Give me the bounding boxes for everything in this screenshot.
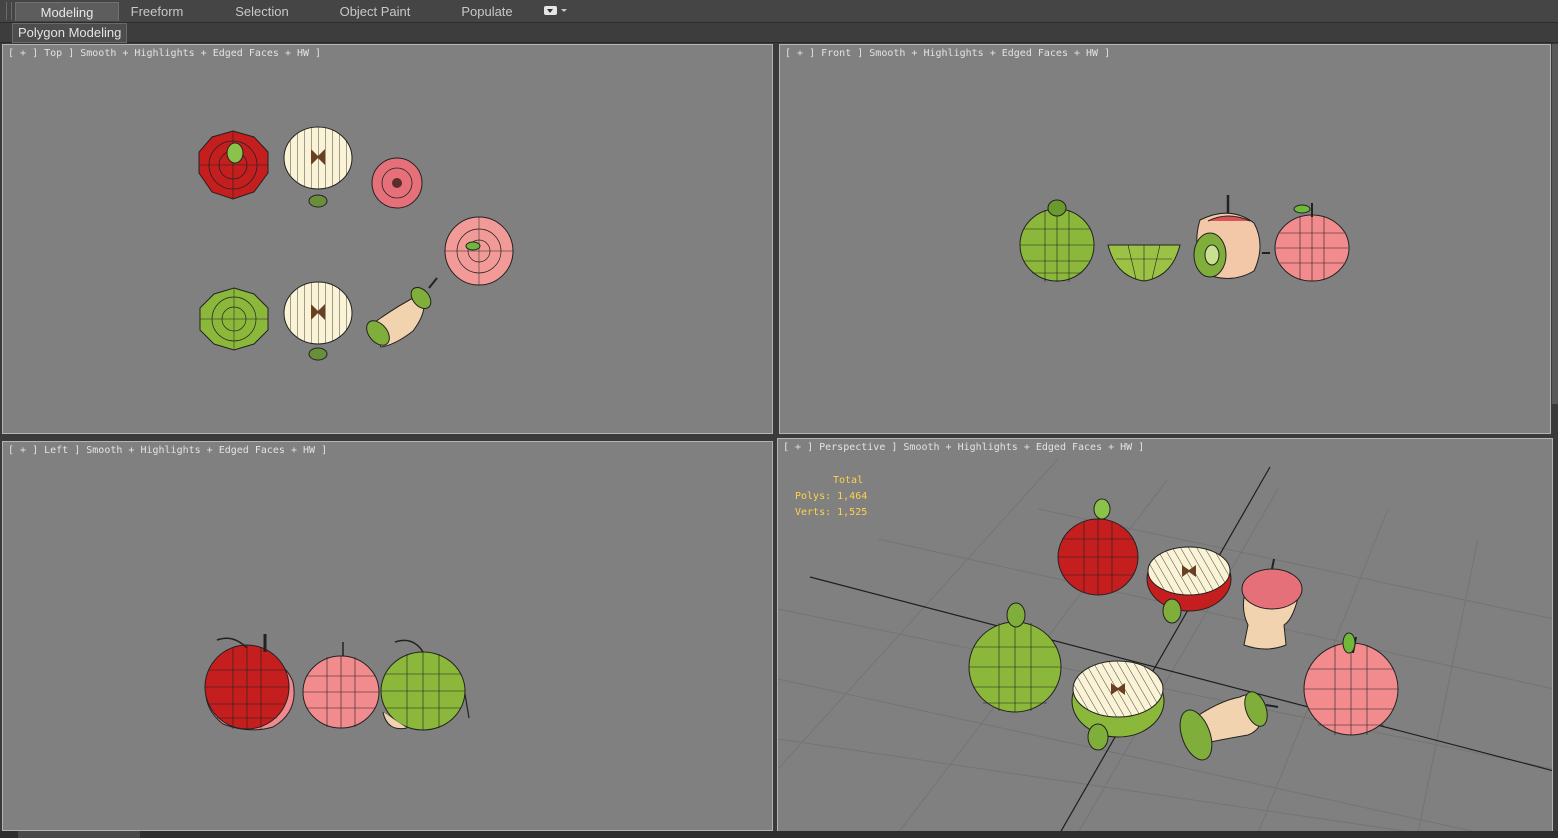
perspective-view-scene bbox=[778, 458, 1552, 831]
green-apple-perspective bbox=[968, 602, 1062, 713]
apple-core-perspective bbox=[1179, 691, 1279, 761]
polygon-modeling-panel[interactable]: Polygon Modeling bbox=[12, 23, 128, 43]
bitten-apple-front bbox=[1193, 195, 1270, 279]
pink-apple-top bbox=[444, 216, 514, 286]
ribbon-panel-row: Polygon Modeling bbox=[0, 23, 1558, 43]
green-apple-front bbox=[1019, 199, 1095, 282]
ribbon-tab-bar: Modeling Freeform Selection Object Paint… bbox=[0, 0, 1558, 23]
pink-core-perspective bbox=[1241, 558, 1303, 650]
top-view-scene bbox=[198, 126, 514, 361]
pink-apple-perspective bbox=[1303, 632, 1399, 736]
viewport-top[interactable]: [ + ] Top ] Smooth + Highlights + Edged … bbox=[2, 44, 773, 434]
status-bar bbox=[0, 831, 1558, 838]
apple-half-top-2 bbox=[283, 281, 353, 361]
ribbon-grip[interactable] bbox=[6, 2, 12, 20]
apple-core-top bbox=[366, 277, 438, 348]
apple-half-top-1 bbox=[283, 126, 353, 208]
pink-apple-left bbox=[302, 642, 380, 729]
viewport-perspective[interactable]: [ + ] Perspective ] Smooth + Highlights … bbox=[777, 438, 1553, 832]
green-apple-top bbox=[199, 287, 269, 351]
status-bar-segment[interactable] bbox=[18, 831, 140, 838]
green-wedge-front bbox=[1107, 244, 1181, 282]
green-apple-left bbox=[380, 639, 470, 731]
chevron-down-icon bbox=[561, 9, 567, 12]
tab-populate[interactable]: Populate bbox=[452, 2, 522, 21]
tab-selection[interactable]: Selection bbox=[222, 2, 302, 21]
left-view-scene bbox=[204, 634, 470, 731]
front-view-scene bbox=[1019, 195, 1350, 282]
viewport-left[interactable]: [ + ] Left ] Smooth + Highlights + Edged… bbox=[2, 441, 773, 831]
ribbon-options-dropdown[interactable] bbox=[544, 6, 568, 17]
red-apple-top bbox=[198, 130, 269, 200]
right-scrollbar[interactable] bbox=[1552, 44, 1558, 404]
tab-freeform[interactable]: Freeform bbox=[119, 2, 195, 21]
red-apple-perspective bbox=[1057, 498, 1139, 596]
pink-core-top bbox=[371, 157, 423, 209]
dropdown-icon bbox=[544, 6, 557, 15]
tab-modeling[interactable]: Modeling bbox=[15, 2, 119, 21]
perspective-grid bbox=[778, 458, 1552, 831]
red-apple-half-perspective bbox=[1146, 546, 1232, 624]
pink-apple-front bbox=[1274, 203, 1350, 282]
viewport-front[interactable]: [ + ] Front ] Smooth + Highlights + Edge… bbox=[779, 44, 1551, 434]
tab-object-paint[interactable]: Object Paint bbox=[330, 2, 420, 21]
green-apple-half-perspective bbox=[1071, 660, 1165, 751]
red-apple-left bbox=[204, 634, 295, 731]
